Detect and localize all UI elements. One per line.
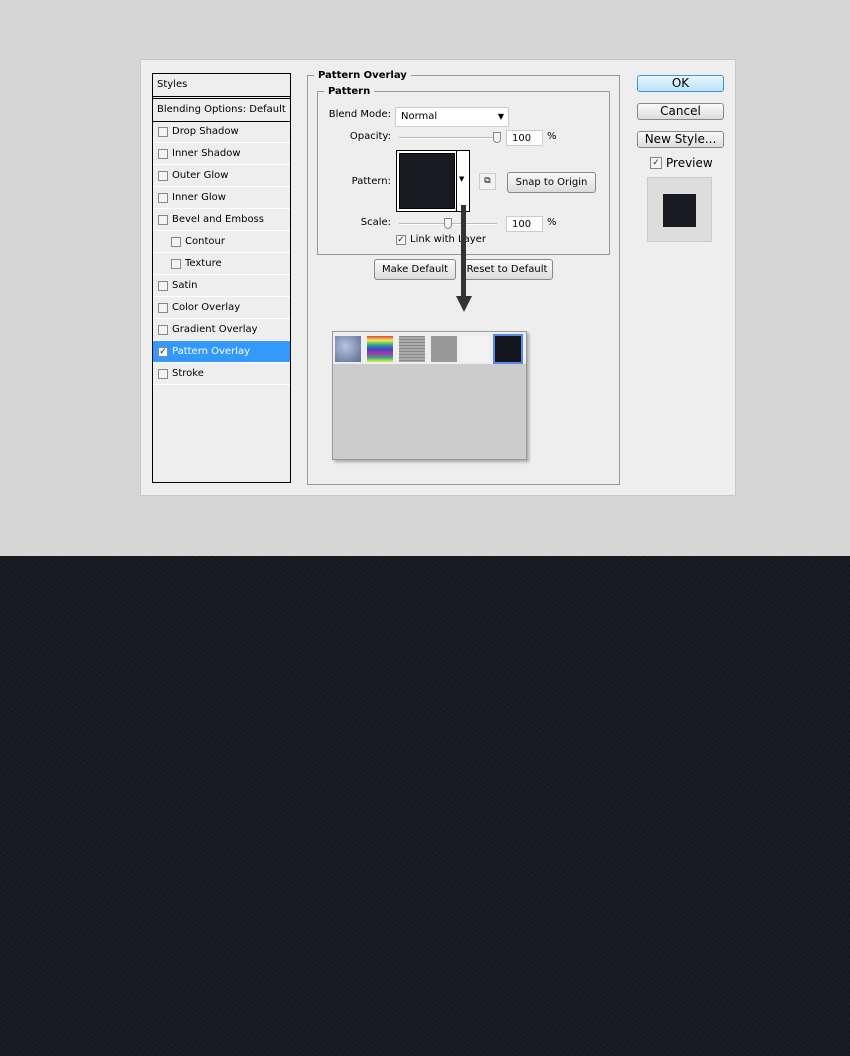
style-item-satin[interactable]: Satin xyxy=(153,275,290,297)
style-item-outer-glow[interactable]: Outer Glow xyxy=(153,165,290,187)
checkbox-icon[interactable] xyxy=(158,302,168,313)
blend-mode-value: Normal xyxy=(401,111,438,122)
dropdown-arrow-icon: ▼ xyxy=(497,112,504,121)
subgroup-title: Pattern xyxy=(328,86,371,97)
checkbox-icon[interactable] xyxy=(158,324,168,335)
preview-swatch xyxy=(663,194,696,227)
style-item-label: Pattern Overlay xyxy=(172,346,251,357)
pattern-label: Pattern: xyxy=(351,176,391,187)
checkbox-checked-icon: ✓ xyxy=(650,157,662,169)
pattern-preset-popup xyxy=(332,331,527,460)
checkbox-checked-icon[interactable]: ✓ xyxy=(158,346,168,357)
style-item-label: Contour xyxy=(185,236,225,247)
make-default-button[interactable]: Make Default xyxy=(374,259,456,280)
style-item-gradient-overlay[interactable]: Gradient Overlay xyxy=(153,319,290,341)
style-item-label: Drop Shadow xyxy=(172,126,239,137)
dropdown-arrow-icon: ▼ xyxy=(459,175,465,183)
style-item-label: Bevel and Emboss xyxy=(172,214,264,225)
style-item-texture[interactable]: Texture xyxy=(153,253,290,275)
checkbox-icon[interactable] xyxy=(158,280,168,291)
link-with-layer-checkbox[interactable]: ✓ Link with Layer xyxy=(396,234,486,245)
checkbox-icon[interactable] xyxy=(171,258,181,269)
style-item-drop-shadow[interactable]: Drop Shadow xyxy=(153,121,290,143)
new-style-button[interactable]: New Style... xyxy=(637,131,724,148)
opacity-label: Opacity: xyxy=(349,131,391,142)
arrow-down-icon xyxy=(456,296,472,312)
pattern-preset-white[interactable] xyxy=(461,334,491,364)
opacity-slider[interactable] xyxy=(399,137,499,139)
style-item-label: Color Overlay xyxy=(172,302,241,313)
percent-label: % xyxy=(547,217,557,228)
snap-to-origin-button[interactable]: Snap to Origin xyxy=(507,172,596,193)
checkbox-icon[interactable] xyxy=(158,148,168,159)
style-item-stroke[interactable]: Stroke xyxy=(153,363,290,385)
style-item-label: Inner Shadow xyxy=(172,148,241,159)
pattern-preset-bubbles[interactable] xyxy=(333,334,363,364)
style-item-label: Outer Glow xyxy=(172,170,229,181)
ok-button[interactable]: OK xyxy=(637,75,724,92)
blend-mode-label: Blend Mode: xyxy=(328,109,391,120)
group-title: Pattern Overlay xyxy=(318,70,407,81)
pattern-result-canvas xyxy=(0,556,850,1056)
link-label: Link with Layer xyxy=(410,234,486,245)
pattern-preset-stripes[interactable] xyxy=(397,334,427,364)
checkbox-icon[interactable] xyxy=(158,368,168,379)
style-item-color-overlay[interactable]: Color Overlay xyxy=(153,297,290,319)
styles-list: Styles Blending Options: Default Drop Sh… xyxy=(152,73,291,483)
style-item-label: Satin xyxy=(172,280,198,291)
opacity-slider-thumb[interactable] xyxy=(493,132,501,143)
style-item-label: Gradient Overlay xyxy=(172,324,258,335)
styles-header[interactable]: Styles xyxy=(153,74,290,97)
checkbox-icon[interactable] xyxy=(158,170,168,181)
pattern-picker[interactable]: ▼ xyxy=(396,150,470,212)
preview-checkbox[interactable]: ✓ Preview xyxy=(650,156,713,170)
scale-input[interactable]: 100 xyxy=(506,216,543,232)
preview-label: Preview xyxy=(666,156,713,170)
opacity-input[interactable]: 100 xyxy=(506,130,543,146)
style-item-bevel-and-emboss[interactable]: Bevel and Emboss xyxy=(153,209,290,231)
new-preset-icon[interactable]: ⧉ xyxy=(479,173,496,190)
style-preview xyxy=(647,177,712,242)
style-item-label: Stroke xyxy=(172,368,204,379)
style-item-label: Inner Glow xyxy=(172,192,226,203)
percent-label: % xyxy=(547,131,557,142)
pattern-preset-gray[interactable] xyxy=(429,334,459,364)
checkbox-checked-icon: ✓ xyxy=(396,234,406,245)
cancel-button[interactable]: Cancel xyxy=(637,103,724,120)
checkbox-icon[interactable] xyxy=(158,126,168,137)
reset-to-default-button[interactable]: Reset to Default xyxy=(461,259,553,280)
checkbox-icon[interactable] xyxy=(171,236,181,247)
checkbox-icon[interactable] xyxy=(158,214,168,225)
blend-mode-select[interactable]: Normal ▼ xyxy=(395,107,509,127)
pattern-preset-rainbow[interactable] xyxy=(365,334,395,364)
style-item-pattern-overlay[interactable]: ✓ Pattern Overlay xyxy=(153,341,290,363)
scale-label: Scale: xyxy=(360,217,391,228)
arrow-annotation xyxy=(461,205,466,300)
blending-options[interactable]: Blending Options: Default xyxy=(153,98,290,122)
style-item-inner-shadow[interactable]: Inner Shadow xyxy=(153,143,290,165)
checkbox-icon[interactable] xyxy=(158,192,168,203)
style-item-label: Texture xyxy=(185,258,222,269)
pattern-swatch xyxy=(399,153,455,209)
pattern-preset-dark-selected[interactable] xyxy=(493,334,523,364)
style-item-contour[interactable]: Contour xyxy=(153,231,290,253)
scale-slider-thumb[interactable] xyxy=(444,218,452,229)
style-item-inner-glow[interactable]: Inner Glow xyxy=(153,187,290,209)
